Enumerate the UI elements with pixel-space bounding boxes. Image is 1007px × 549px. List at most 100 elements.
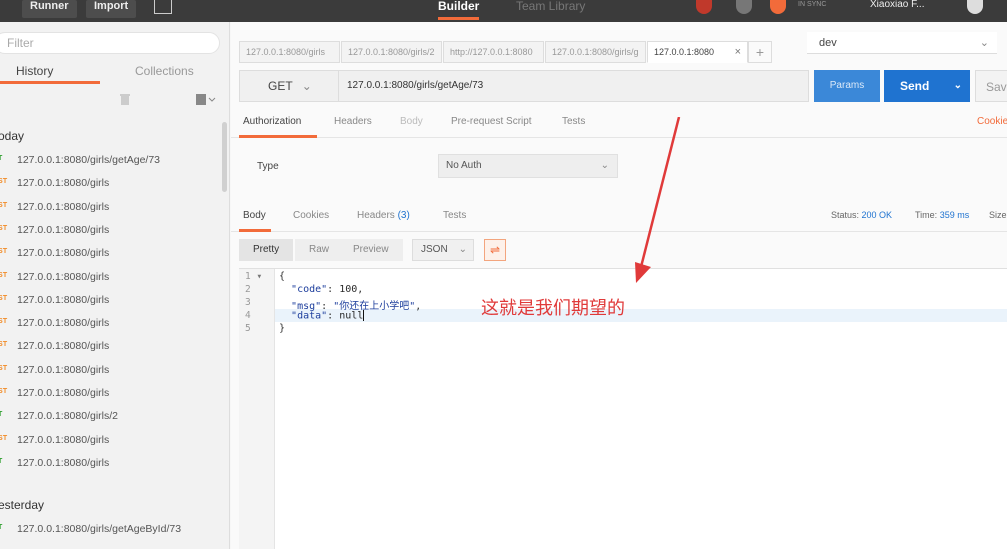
method-badge: ST — [0, 318, 8, 326]
raw-button[interactable]: Raw — [295, 239, 344, 261]
cookies-link[interactable]: Cookie — [977, 116, 1007, 127]
request-tab[interactable]: 127.0.0.1:8080/girls — [239, 41, 340, 63]
tab-response-cookies[interactable]: Cookies — [293, 210, 329, 221]
method-select[interactable]: GET ⌄ — [239, 70, 339, 102]
method-badge: ST — [0, 201, 8, 209]
user-menu[interactable]: Xiaoxiao F... — [870, 0, 924, 10]
import-button[interactable]: Import — [86, 0, 137, 18]
sync-icon[interactable] — [770, 0, 786, 14]
history-item[interactable]: ST 127.0.0.1:8080/girls — [0, 243, 222, 266]
method-badge: T — [0, 458, 2, 465]
format-value: JSON — [421, 244, 448, 255]
filter-placeholder: Filter — [7, 36, 34, 50]
history-item[interactable]: ST 127.0.0.1:8080/girls — [0, 430, 222, 453]
tab-collections[interactable]: Collections — [135, 64, 194, 78]
headers-count: (3) — [397, 210, 410, 221]
response-size: Size — [989, 210, 1007, 220]
send-label: Send — [900, 79, 930, 93]
method-badge: T — [0, 155, 2, 162]
history-url: 127.0.0.1:8080/girls — [17, 223, 110, 236]
save-history-icon[interactable] — [196, 94, 216, 110]
history-item[interactable]: ST 127.0.0.1:8080/girls — [0, 267, 222, 290]
history-item[interactable]: ST 127.0.0.1:8080/girls — [0, 336, 222, 359]
wrap-lines-icon[interactable]: ⇌ — [484, 239, 506, 261]
status-value: 200 OK — [861, 210, 893, 220]
response-status: Status: 200 OK — [831, 210, 892, 220]
history-url: 127.0.0.1:8080/girls — [17, 293, 110, 306]
url-bar: GET ⌄ 127.0.0.1:8080/girls/getAge/73 — [239, 70, 809, 102]
history-url: 127.0.0.1:8080/girls — [17, 340, 110, 353]
tab-tests[interactable]: Tests — [562, 116, 585, 127]
tab-body[interactable]: Body — [400, 116, 423, 127]
url-input[interactable]: 127.0.0.1:8080/girls/getAge/73 — [339, 70, 809, 102]
history-item[interactable]: T 127.0.0.1:8080/girls — [0, 453, 222, 476]
history-item[interactable]: ST 127.0.0.1:8080/girls — [0, 313, 222, 336]
history-url: 127.0.0.1:8080/girls — [17, 363, 110, 376]
history-url: 127.0.0.1:8080/girls/getAge/73 — [17, 154, 161, 166]
filter-input[interactable]: Filter — [0, 32, 220, 54]
group-yesterday: esterday — [0, 498, 45, 512]
save-button[interactable]: Sav — [975, 70, 1007, 102]
tab-team-library[interactable]: Team Library — [516, 0, 585, 22]
method-badge: ST — [0, 178, 8, 186]
method-badge: ST — [0, 388, 8, 395]
status-label: Status: — [831, 210, 860, 220]
history-item[interactable]: T 127.0.0.1:8080/girls/getAge/73 — [0, 150, 222, 173]
notification-bell-icon[interactable] — [967, 0, 983, 14]
history-item[interactable]: ST 127.0.0.1:8080/girls — [0, 290, 222, 313]
tab-pre-request-script[interactable]: Pre-request Script — [451, 116, 532, 127]
request-tab[interactable]: http://127.0.0.1:8080 — [443, 41, 544, 63]
response-tabs: Body Cookies Headers (3) Tests Status: 2… — [231, 200, 1007, 232]
method-badge: ST — [0, 248, 8, 256]
request-tab[interactable]: 127.0.0.1:8080/girls/2 — [341, 41, 442, 63]
runner-button[interactable]: Runner — [22, 0, 77, 18]
annotation-text: 这就是我们期望的 — [481, 298, 625, 319]
line-number: 2 — [245, 284, 251, 295]
history-item[interactable]: ST 127.0.0.1:8080/girls — [0, 173, 222, 196]
history-item[interactable]: T 127.0.0.1:8080/girls/2 — [0, 406, 222, 429]
method-badge: ST — [0, 434, 8, 442]
params-button[interactable]: Params — [814, 70, 880, 102]
close-icon[interactable]: × — [735, 42, 741, 62]
method-badge: ST — [0, 294, 8, 302]
send-button[interactable]: Send ⌄ — [884, 70, 970, 102]
history-url: 127.0.0.1:8080/girls/getAgeById/73 — [17, 523, 182, 535]
request-tabs: 127.0.0.1:8080/girls 127.0.0.1:8080/girl… — [231, 36, 791, 64]
annotation-arrow — [635, 117, 681, 283]
tab-response-headers[interactable]: Headers (3) — [357, 210, 410, 221]
add-tab-button[interactable]: + — [748, 41, 772, 63]
auth-type-select[interactable]: No Auth ⌄ — [438, 154, 618, 178]
tab-history[interactable]: History — [16, 64, 53, 78]
headers-label: Headers — [357, 210, 395, 221]
request-tab-active[interactable]: 127.0.0.1:8080 × — [647, 41, 748, 63]
environment-select[interactable]: dev ⌄ — [807, 32, 997, 54]
history-item[interactable]: ST 127.0.0.1:8080/girls — [0, 383, 222, 406]
history-item[interactable]: T 127.0.0.1:8080/girls/getAgeById/73 — [0, 519, 222, 542]
tab-response-tests[interactable]: Tests — [443, 210, 466, 221]
line-number: 4 — [245, 310, 251, 321]
history-item[interactable]: ST 127.0.0.1:8080/girls — [0, 360, 222, 383]
tab-builder[interactable]: Builder — [438, 0, 480, 20]
history-item[interactable]: ST 127.0.0.1:8080/girls — [0, 220, 222, 243]
tab-headers[interactable]: Headers — [334, 116, 372, 127]
tab-authorization[interactable]: Authorization — [243, 116, 301, 127]
trash-icon[interactable] — [120, 94, 130, 110]
code-line-1: { — [279, 271, 286, 282]
sidebar-scrollbar[interactable] — [222, 122, 227, 192]
history-item[interactable]: ST 127.0.0.1:8080/girls — [0, 197, 222, 220]
satellite-icon[interactable] — [736, 0, 752, 14]
text-caret — [363, 310, 365, 321]
pretty-button[interactable]: Pretty — [239, 239, 294, 261]
new-window-icon[interactable] — [154, 0, 172, 14]
line-gutter: 1 ▾ 2 3 4 5 — [239, 269, 275, 549]
sidebar-tabs: History Collections — [0, 60, 229, 86]
record-icon[interactable] — [696, 0, 712, 14]
preview-button[interactable]: Preview — [339, 239, 403, 261]
method-badge: ST — [0, 271, 8, 279]
line-number: 5 — [245, 323, 251, 334]
chevron-down-icon[interactable]: ⌄ — [954, 70, 962, 102]
sidebar: Filter History Collections oday T 127.0.0… — [0, 22, 230, 549]
format-select[interactable]: JSON ⌄ — [412, 239, 474, 261]
request-tab[interactable]: 127.0.0.1:8080/girls/g — [545, 41, 646, 63]
tab-response-body[interactable]: Body — [243, 210, 266, 221]
